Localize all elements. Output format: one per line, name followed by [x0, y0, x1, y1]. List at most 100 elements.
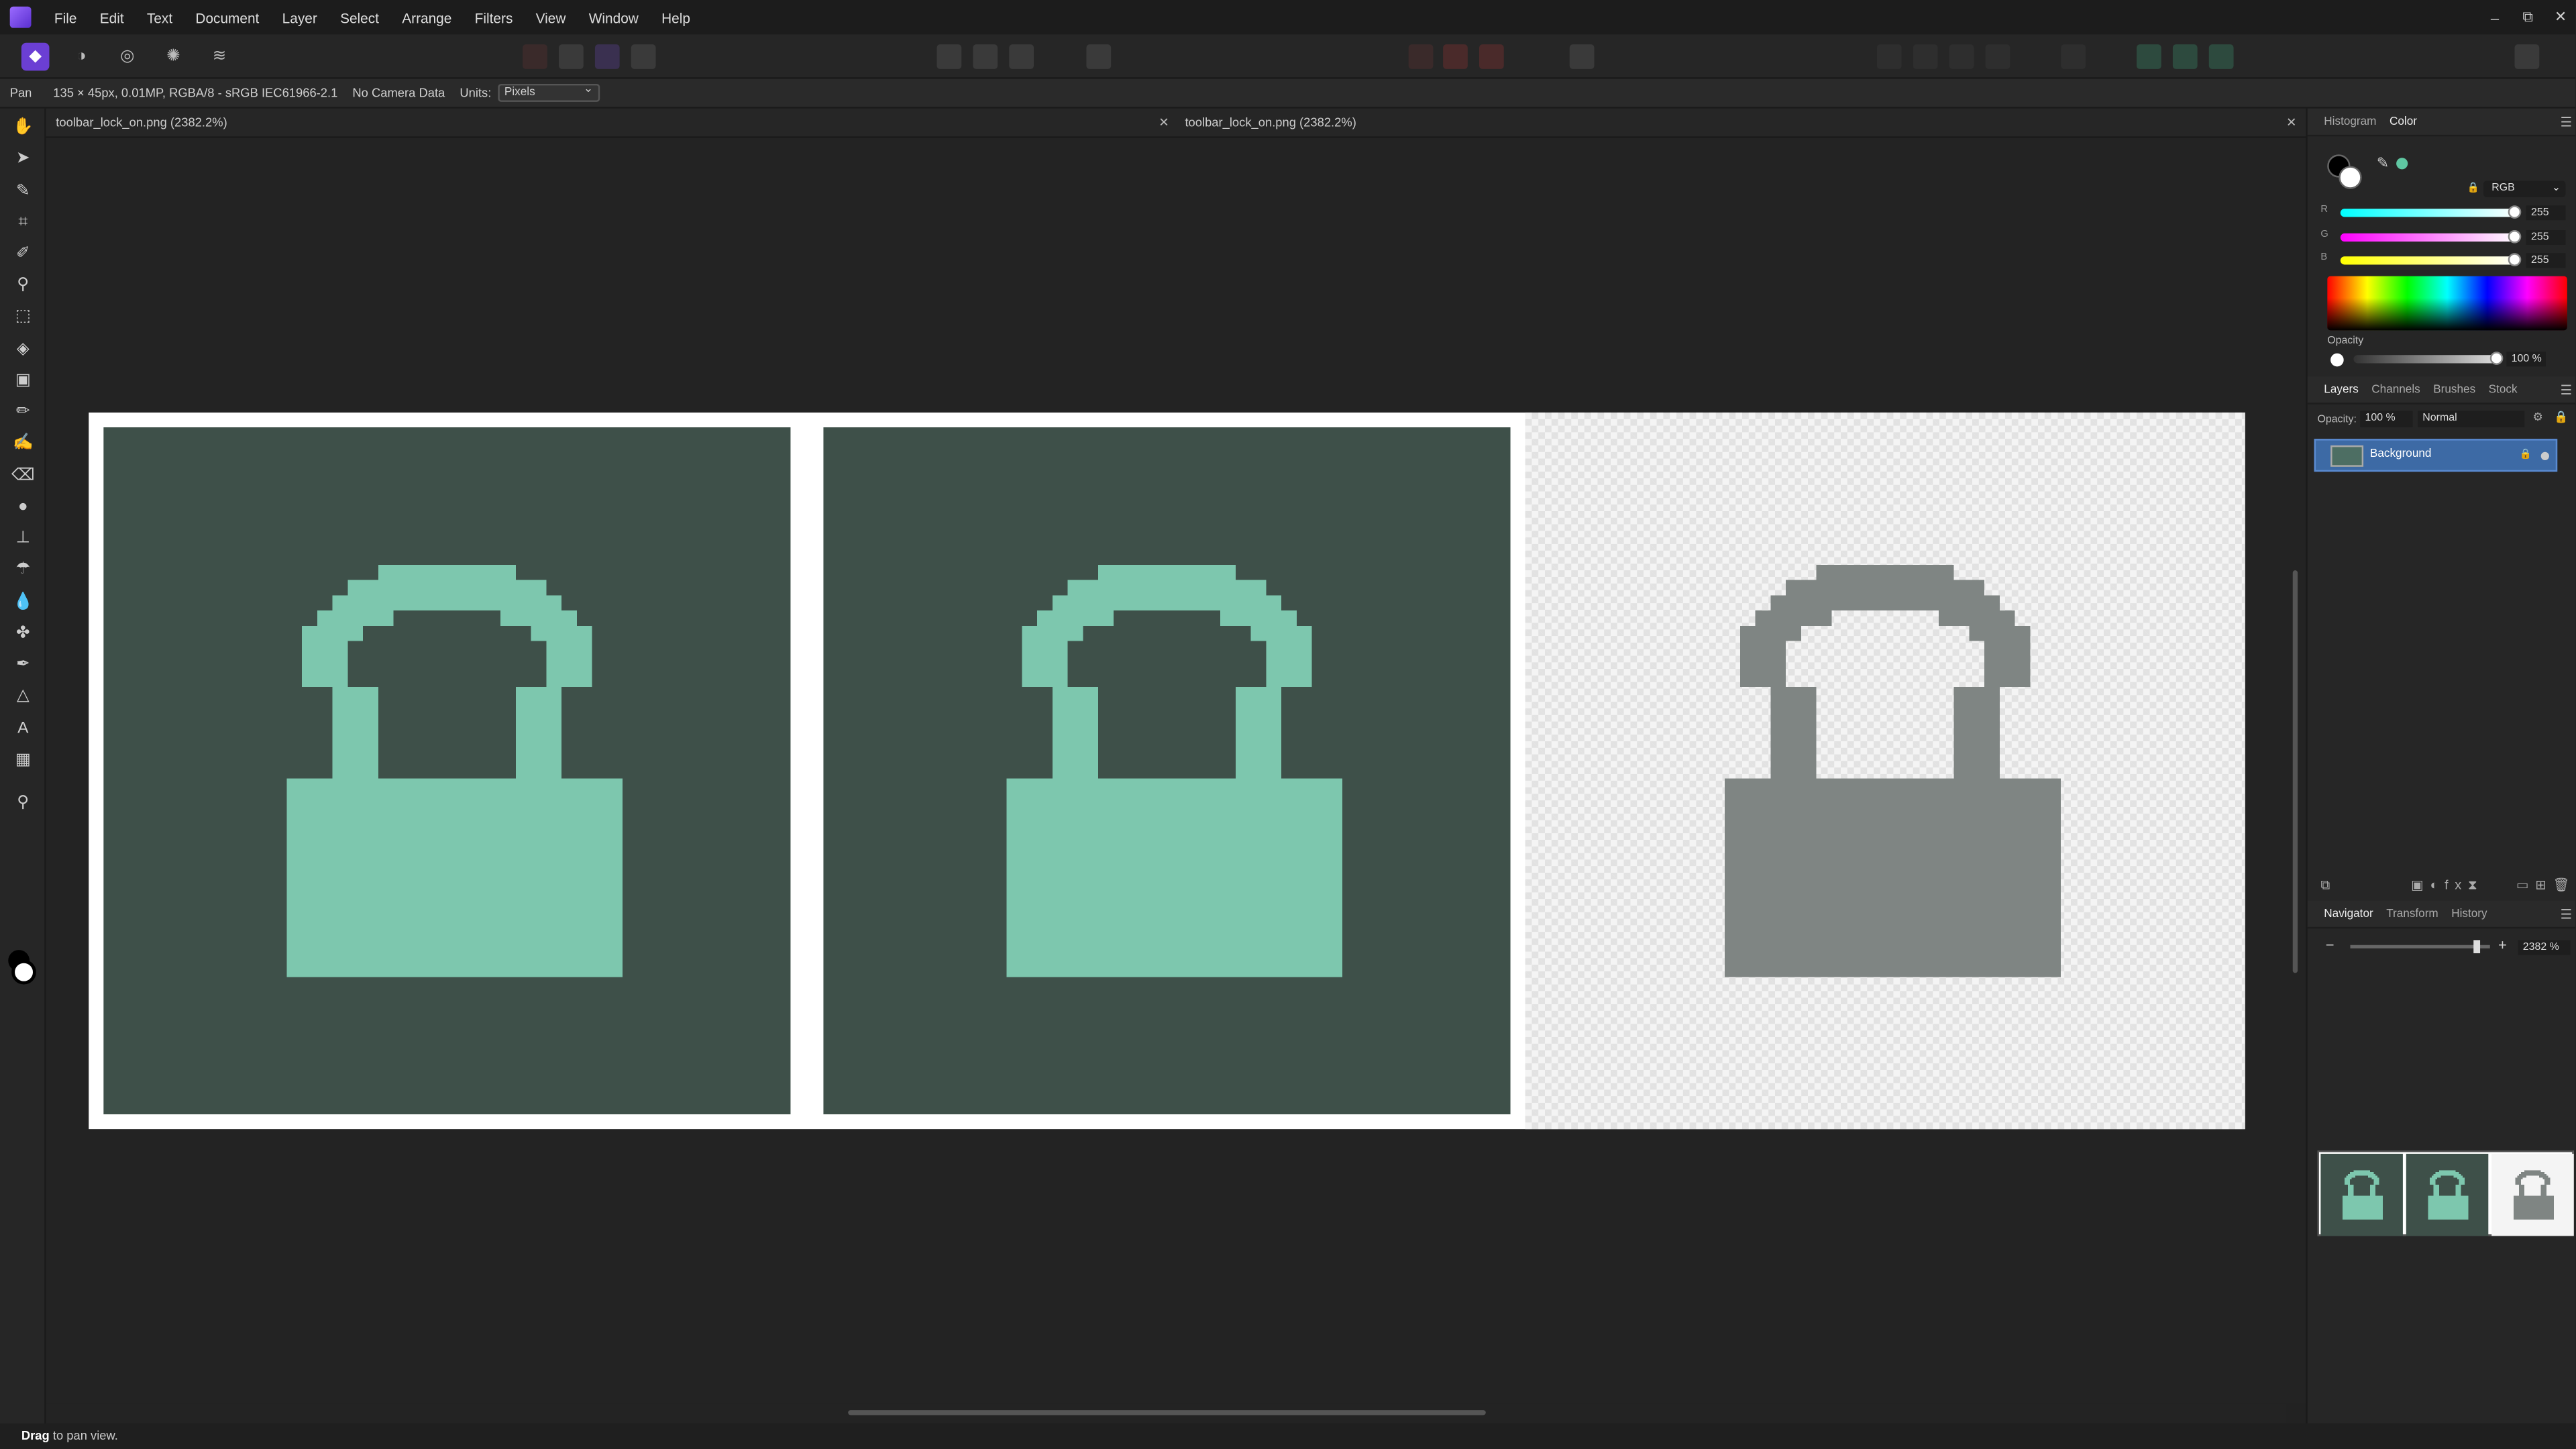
auto-white-balance-icon[interactable]: [631, 44, 656, 69]
dodge-tool-icon[interactable]: ●: [11, 494, 34, 517]
selection-icon[interactable]: [936, 44, 962, 69]
quick-mask-icon[interactable]: [1086, 44, 1112, 69]
tab-brushes[interactable]: Brushes: [2433, 384, 2475, 396]
shape-tool-icon[interactable]: △: [11, 684, 34, 706]
pixel-tool-icon[interactable]: ✍: [11, 431, 34, 453]
color-spectrum[interactable]: [2327, 276, 2567, 331]
opacity-value-field[interactable]: 100 %: [2506, 352, 2546, 367]
align-icon[interactable]: [2061, 44, 2086, 69]
gradient-tool-icon[interactable]: ▣: [11, 368, 34, 391]
text-tool-icon[interactable]: A: [11, 716, 34, 739]
close-window-button[interactable]: ✕: [2544, 8, 2576, 26]
tab-stock[interactable]: Stock: [2489, 384, 2518, 396]
panel-menu-icon[interactable]: ☰: [2561, 376, 2573, 405]
blue-slider[interactable]: [2340, 253, 2522, 266]
opacity-slider[interactable]: [2353, 352, 2504, 365]
minimize-button[interactable]: –: [2479, 9, 2512, 25]
liquify-persona-icon[interactable]: ◎: [113, 43, 142, 71]
vertical-scroll-thumb[interactable]: [2292, 570, 2298, 973]
snapping-icon[interactable]: [1408, 44, 1434, 69]
move-tool-icon[interactable]: ➤: [11, 146, 34, 169]
view-tool-icon[interactable]: ✋: [11, 115, 34, 138]
tab-layers[interactable]: Layers: [2324, 384, 2358, 396]
menu-help[interactable]: Help: [650, 9, 702, 25]
arrange-front-icon[interactable]: [1985, 44, 2010, 69]
color-picker-tool-icon[interactable]: ✎: [11, 179, 34, 202]
document-tab[interactable]: toolbar_lock_on.png (2382.2%): [56, 109, 227, 138]
zoom-slider[interactable]: [2350, 940, 2490, 953]
auto-colors-icon[interactable]: [594, 44, 620, 69]
canvas-area[interactable]: [46, 138, 2286, 1404]
vertical-scrollbar[interactable]: [2286, 138, 2306, 1404]
stroke-color-swatch[interactable]: [2339, 166, 2362, 189]
layer-visibility-icon[interactable]: [2540, 451, 2549, 460]
layer-settings-icon[interactable]: ⚙: [2532, 411, 2542, 424]
menu-select[interactable]: Select: [329, 9, 390, 25]
assistant-icon[interactable]: [1443, 44, 1468, 69]
horizontal-scrollbar[interactable]: [46, 1403, 2286, 1424]
delete-layer-icon[interactable]: 🗑: [2553, 877, 2576, 892]
smudge-tool-icon[interactable]: ☂: [11, 557, 34, 580]
tab-navigator[interactable]: Navigator: [2324, 909, 2373, 920]
account-icon[interactable]: [2514, 44, 2540, 69]
restore-button[interactable]: ⧉: [2512, 8, 2544, 26]
layer-row[interactable]: Background 🔒: [2314, 439, 2558, 472]
auto-levels-icon[interactable]: [523, 44, 547, 69]
red-value-field[interactable]: 255: [2526, 205, 2566, 221]
develop-persona-icon[interactable]: ✺: [160, 43, 188, 71]
menu-edit[interactable]: Edit: [89, 9, 136, 25]
tab-close-icon[interactable]: ✕: [1159, 109, 1169, 138]
insert-top-icon[interactable]: [2208, 44, 2234, 69]
live-filter-icon[interactable]: ⧗: [2468, 877, 2484, 892]
arrange-backward-icon[interactable]: [1913, 44, 1938, 69]
mask-icon[interactable]: ▣: [2411, 877, 2430, 892]
menu-window[interactable]: Window: [578, 9, 650, 25]
horizontal-scroll-thumb[interactable]: [848, 1410, 1486, 1415]
assistant-manager-icon[interactable]: [1569, 44, 1595, 69]
tab-histogram[interactable]: Histogram: [2324, 117, 2376, 128]
eyedropper-icon[interactable]: ✎: [2377, 154, 2389, 172]
duplicate-icon[interactable]: ⊞: [2535, 877, 2553, 892]
pen-tool-icon[interactable]: ✒: [11, 653, 34, 676]
insert-inside-icon[interactable]: [2137, 44, 2161, 69]
red-slider-knob[interactable]: [2508, 205, 2522, 219]
opacity-slider-knob[interactable]: [2489, 352, 2504, 365]
panel-menu-icon[interactable]: ☰: [2561, 901, 2573, 929]
menu-layer[interactable]: Layer: [271, 9, 329, 25]
menu-arrange[interactable]: Arrange: [390, 9, 463, 25]
group-icon[interactable]: ▭: [2516, 877, 2535, 892]
tab-close-icon[interactable]: ✕: [2286, 109, 2296, 138]
zoom-value-field[interactable]: 2382 %: [2518, 940, 2571, 955]
menu-filters[interactable]: Filters: [464, 9, 525, 25]
layer-lock-icon[interactable]: 🔒: [2520, 441, 2532, 470]
menu-document[interactable]: Document: [184, 9, 270, 25]
fx-icon[interactable]: fx: [2445, 877, 2468, 892]
blue-value-field[interactable]: 255: [2526, 253, 2566, 268]
document-canvas[interactable]: [89, 412, 2245, 1130]
zoom-tool-icon[interactable]: ⚲: [11, 790, 34, 813]
insert-behind-icon[interactable]: [2172, 44, 2198, 69]
document-tab[interactable]: toolbar_lock_on.png (2382.2%): [1185, 109, 1356, 138]
force-pixel-alignment-icon[interactable]: [1479, 44, 1504, 69]
layer-lock-icon[interactable]: 🔒: [2554, 411, 2568, 424]
auto-contrast-icon[interactable]: [559, 44, 584, 69]
arrange-back-icon[interactable]: [1876, 44, 1902, 69]
deselect-icon[interactable]: [973, 44, 998, 69]
tab-color[interactable]: Color: [2390, 117, 2417, 128]
panel-menu-icon[interactable]: ☰: [2561, 109, 2573, 137]
red-slider[interactable]: [2340, 205, 2522, 219]
units-dropdown[interactable]: Pixels: [498, 83, 600, 102]
add-layer-icon[interactable]: ⧉: [2320, 877, 2330, 892]
photo-persona-icon[interactable]: ◆: [21, 42, 50, 71]
navigator-preview[interactable]: [2317, 1150, 2574, 1236]
marquee-tool-icon[interactable]: ⬚: [11, 304, 34, 327]
erase-brush-tool-icon[interactable]: ⌫: [11, 464, 35, 486]
paint-brush-tool-icon[interactable]: ✏: [11, 399, 34, 422]
blue-slider-knob[interactable]: [2508, 253, 2522, 266]
export-persona-icon[interactable]: ◑: [67, 43, 95, 71]
zoom-out-icon[interactable]: −: [2326, 937, 2334, 954]
crop-tool-icon[interactable]: ⌗: [11, 211, 34, 233]
green-value-field[interactable]: 255: [2526, 230, 2566, 246]
zoom-in-icon[interactable]: +: [2498, 937, 2507, 954]
color-model-dropdown[interactable]: RGB ⌄: [2483, 180, 2566, 197]
